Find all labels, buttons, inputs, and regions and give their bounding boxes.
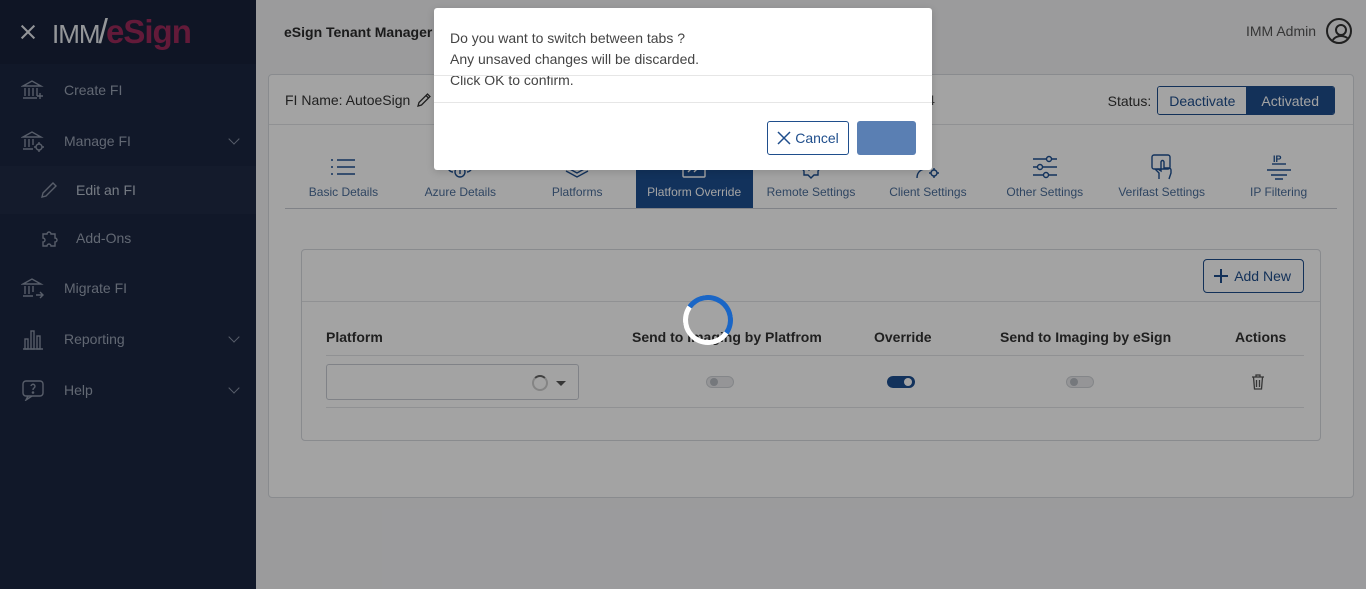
confirm-dialog: Do you want to switch between tabs ? Any… [434,8,932,170]
dialog-line: Do you want to switch between tabs ? [450,30,686,46]
dialog-message: Do you want to switch between tabs ? Any… [450,28,699,91]
dialog-line: Click OK to confirm. [450,72,574,88]
dialog-line: Any unsaved changes will be discarded. [450,51,700,67]
cancel-button[interactable]: Cancel [767,121,849,155]
divider [434,75,932,76]
cancel-label: Cancel [795,130,839,146]
ok-button[interactable] [857,121,916,155]
close-icon [777,131,791,145]
divider [434,102,932,103]
